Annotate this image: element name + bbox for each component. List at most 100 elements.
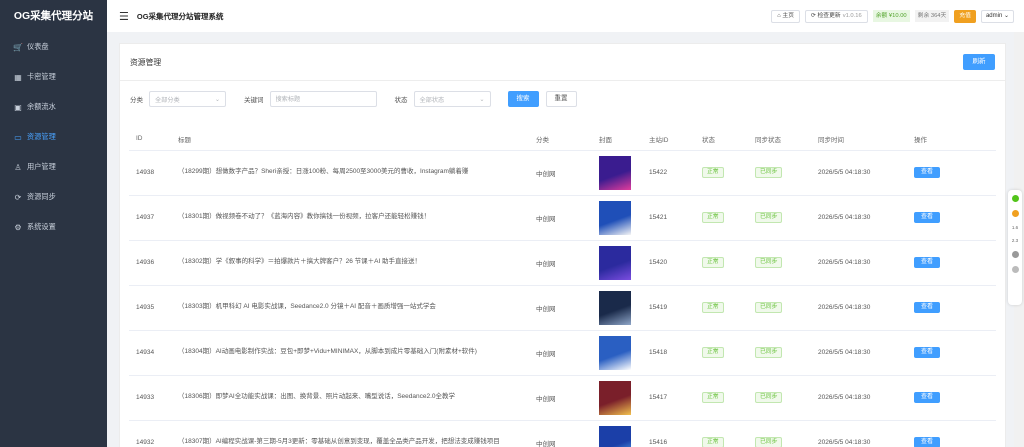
status-badge: 正常 [702,167,724,178]
id-cell: 14933 [129,375,171,421]
cover-thumbnail[interactable] [599,425,631,447]
table-row: 14932 （18307期）AI编程实战课-第三期-5月3更新：零基础从创意到变现… [129,420,996,447]
view-button[interactable]: 查看 [914,212,940,223]
sync-time-cell: 2026/5/5 04:18:30 [811,420,907,447]
check-update-label: 检查更新 [817,12,841,19]
status-badge: 正常 [702,392,724,403]
app-logo[interactable]: OG采集代理分站 [0,0,107,32]
cover-thumbnail[interactable] [599,290,631,325]
status-icon[interactable] [1011,210,1019,217]
sync-status-badge: 已同步 [755,392,783,403]
version-label: v1.0.16 [842,12,862,19]
sync_status-cell: 已同步 [748,150,811,196]
keyword-input[interactable] [269,91,377,107]
sidebar-item-label: 卡密管理 [27,72,56,81]
table-row: 14937 （18301期）做视频卷不动了？《蓝海内容》教你搞钱一份视频，拉客户还… [129,195,996,241]
category-cell: 中创网 [529,330,592,376]
site-id-cell: 15418 [642,330,695,376]
view-button[interactable]: 查看 [914,257,940,268]
sidebar-item-4[interactable]: ♙ 用户管理 [0,152,107,182]
view-button[interactable]: 查看 [914,167,940,178]
category-label: 分类 [130,97,143,104]
folder-icon: ▭ [14,132,22,142]
floating-toolbar: 1.6 2.3 [1008,190,1022,305]
category-cell: 中创网 [529,285,592,331]
user-dropdown[interactable]: admin ⌄ [980,9,1014,23]
view-button[interactable]: 查看 [914,392,940,403]
id-cell: 14935 [129,285,171,331]
shield-icon[interactable] [1011,195,1019,202]
sync-status-badge: 已同步 [755,437,783,447]
view-button[interactable]: 查看 [914,302,940,313]
sidebar-item-6[interactable]: ⚙ 系统设置 [0,212,107,242]
money-icon: ▣ [14,102,22,112]
action-cell: 查看 [907,330,996,376]
sidebar-item-2[interactable]: ▣ 余额流水 [0,92,107,122]
category-cell: 中创网 [529,375,592,421]
sync_status-cell: 已同步 [748,330,811,376]
screenshot-icon[interactable] [1011,266,1019,273]
search-button[interactable]: 搜索 [507,91,539,107]
sync-icon: ⟳ [14,192,22,202]
site-id-cell: 15419 [642,285,695,331]
cover-thumbnail[interactable] [599,380,631,415]
user-icon: ♙ [14,162,22,172]
cover-cell [592,195,642,241]
page-header-title: OG采集代理分站管理系统 [136,11,224,21]
sync-status-badge: 已同步 [755,257,783,268]
sync-time-cell: 2026/5/5 04:18:30 [811,375,907,421]
column-header: 操作 [907,128,996,151]
menu-toggle-icon[interactable]: ☰ [119,10,129,23]
status-cell: 正常 [695,195,748,241]
cover-cell [592,240,642,286]
title-cell: （18301期）做视频卷不动了？《蓝海内容》教你搞钱一份视频，拉客户还能轻松赚钱… [171,195,529,241]
title-cell: （18304期）AI动画电影制作实战：豆包+即梦+Vidu+MINIMAX，从脚… [171,330,529,376]
topbar-actions: ⌂ 主页 ⟳ 检查更新 v1.0.16 余额 ¥10.00 剩余 364天 充值 … [771,9,1014,23]
site-id-cell: 15421 [642,195,695,241]
view-button[interactable]: 查看 [914,437,940,447]
sidebar-item-5[interactable]: ⟳ 资源同步 [0,182,107,212]
check-update-button[interactable]: ⟳ 检查更新 v1.0.16 [805,9,868,23]
gear-icon: ⚙ [14,222,22,232]
category-select[interactable]: 全部分类 ⌄ [149,91,226,107]
status-cell: 正常 [695,150,748,196]
sync_status-cell: 已同步 [748,420,811,447]
home-button[interactable]: ⌂ 主页 [771,9,801,23]
cover-thumbnail[interactable] [599,245,631,280]
column-header: 同步时间 [811,128,907,151]
id-cell: 14937 [129,195,171,241]
sync-status-badge: 已同步 [755,212,783,223]
cover-cell [592,285,642,331]
sidebar-item-label: 资源同步 [27,192,56,201]
cover-thumbnail[interactable] [599,200,631,235]
sync-time-cell: 2026/5/5 04:18:30 [811,150,907,196]
column-header: 状态 [695,128,748,151]
sync-status-badge: 已同步 [755,167,783,178]
sidebar-item-label: 系统设置 [27,222,56,231]
status-badge: 正常 [702,437,724,447]
sidebar-item-0[interactable]: 🛒 仪表盘 [0,32,107,62]
category-cell: 中创网 [529,195,592,241]
cover-thumbnail[interactable] [599,155,631,190]
status-select[interactable]: 全部状态 ⌄ [413,91,491,107]
category-select-value: 全部分类 [155,96,180,104]
status-label: 状态 [394,97,408,104]
sidebar: OG采集代理分站 🛒 仪表盘 ▦ 卡密管理 ▣ 余额流水 ▭ 资源管理 ♙ 用户管理 ⟳ 资源同步 ⚙ 系… [0,0,107,447]
site-id-cell: 15416 [642,420,695,447]
view-button[interactable]: 查看 [914,347,940,358]
cover-thumbnail[interactable] [599,335,631,370]
refresh-button[interactable]: 刷新 [963,54,995,70]
recharge-button[interactable]: 充值 [954,9,976,23]
site-id-cell: 15417 [642,375,695,421]
sync-status-badge: 已同步 [755,302,783,313]
status-cell: 正常 [695,240,748,286]
gauge-icon[interactable] [1011,251,1019,258]
reset-button[interactable]: 重置 [545,91,577,107]
chevron-down-icon: ⌄ [479,95,485,103]
sidebar-item-1[interactable]: ▦ 卡密管理 [0,62,107,92]
sidebar-item-label: 余额流水 [27,102,56,111]
sync-time-cell: 2026/5/5 04:18:30 [811,240,907,286]
topbar: ☰ OG采集代理分站管理系统 ⌂ 主页 ⟳ 检查更新 v1.0.16 余额 ¥10… [107,0,1024,32]
sidebar-item-3[interactable]: ▭ 资源管理 [0,122,107,152]
id-cell: 14932 [129,420,171,447]
